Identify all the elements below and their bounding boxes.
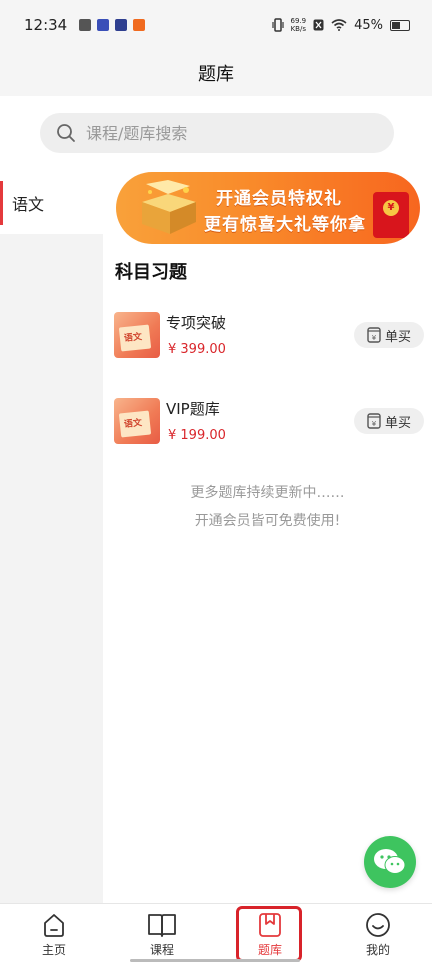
status-left: 12:34 bbox=[24, 16, 146, 34]
book-cover-icon: 语文 bbox=[118, 410, 152, 438]
net-speed: 69.9 KB/s bbox=[291, 17, 307, 33]
wifi-icon bbox=[331, 19, 347, 31]
main-content: 开通会员特权礼 更有惊喜大礼等你拿 ¥ 科目习题 语文 专项突破 ¥ 399.0… bbox=[103, 172, 432, 903]
product-item[interactable]: 语文 专项突破 ¥ 399.00 ¥ 单买 bbox=[114, 312, 424, 362]
shop-app-icon bbox=[133, 19, 146, 31]
membership-banner[interactable]: 开通会员特权礼 更有惊喜大礼等你拿 ¥ bbox=[116, 172, 420, 244]
status-bar: 12:34 69.9 KB/s 45% bbox=[0, 0, 432, 50]
banner-line2: 更有惊喜大礼等你拿 bbox=[204, 215, 366, 235]
search-input[interactable] bbox=[86, 123, 366, 143]
product-price: ¥ 399.00 bbox=[168, 342, 226, 357]
search-area bbox=[0, 96, 432, 172]
buy-single-button[interactable]: ¥ 单买 bbox=[354, 408, 424, 434]
wechat-icon bbox=[374, 849, 406, 874]
battery-icon bbox=[390, 19, 410, 31]
nav-question-bank[interactable]: 题库 bbox=[216, 904, 324, 964]
product-thumbnail: 语文 bbox=[114, 398, 160, 444]
product-name: 专项突破 bbox=[166, 314, 227, 332]
wallet-icon: ¥ bbox=[367, 413, 381, 429]
book-cover-icon: 语文 bbox=[118, 324, 152, 352]
buy-label: 单买 bbox=[384, 415, 411, 431]
book-icon bbox=[148, 914, 176, 937]
red-envelope-icon: ¥ bbox=[373, 192, 409, 238]
search-icon bbox=[57, 124, 75, 142]
envelope-seal-icon: ¥ bbox=[383, 200, 399, 216]
bookmark-icon bbox=[259, 913, 281, 937]
bottom-nav: 主页 课程 题库 我的 bbox=[0, 903, 432, 964]
app-icon bbox=[97, 19, 110, 31]
buy-single-button[interactable]: ¥ 单买 bbox=[354, 322, 424, 348]
buy-label: 单买 bbox=[384, 329, 411, 345]
product-price: ¥ 199.00 bbox=[168, 428, 226, 443]
battery-percent: 45% bbox=[354, 17, 383, 33]
mail-app-icon bbox=[79, 19, 92, 31]
app-header: 题库 bbox=[0, 50, 432, 96]
smile-icon bbox=[366, 913, 390, 937]
nav-profile-label: 我的 bbox=[365, 943, 390, 957]
nav-profile[interactable]: 我的 bbox=[324, 904, 432, 964]
status-right: 69.9 KB/s 45% bbox=[271, 17, 410, 33]
home-icon bbox=[44, 914, 64, 937]
search-bar[interactable] bbox=[40, 113, 394, 153]
page-title: 题库 bbox=[198, 64, 234, 85]
nav-home-label: 主页 bbox=[41, 943, 66, 957]
nav-courses[interactable]: 课程 bbox=[108, 904, 216, 964]
net-speed-unit: KB/s bbox=[290, 25, 306, 33]
svg-text:¥: ¥ bbox=[372, 420, 377, 428]
sidebar-item-label: 语文 bbox=[12, 195, 45, 214]
home-indicator bbox=[130, 959, 300, 962]
subject-sidebar: 语文 bbox=[0, 172, 103, 903]
nav-home[interactable]: 主页 bbox=[0, 904, 108, 964]
status-time: 12:34 bbox=[24, 16, 68, 34]
thumb-text: 语文 bbox=[123, 332, 143, 345]
svg-text:¥: ¥ bbox=[372, 334, 377, 342]
member-free-note: 开通会员皆可免费使用! bbox=[194, 513, 341, 529]
wallet-icon: ¥ bbox=[367, 327, 381, 343]
section-title: 科目习题 bbox=[115, 262, 187, 283]
nav-courses-label: 课程 bbox=[149, 943, 174, 957]
product-thumbnail: 语文 bbox=[114, 312, 160, 358]
product-item[interactable]: 语文 VIP题库 ¥ 199.00 ¥ 单买 bbox=[114, 398, 424, 448]
wechat-contact-button[interactable] bbox=[364, 836, 416, 888]
sidebar-item-chinese[interactable]: 语文 bbox=[0, 172, 103, 234]
play-app-icon bbox=[115, 19, 128, 31]
thumb-text: 语文 bbox=[123, 418, 143, 431]
no-sim-icon bbox=[313, 19, 324, 31]
nav-question-bank-label: 题库 bbox=[257, 943, 282, 957]
treasure-chest-icon bbox=[142, 180, 196, 234]
banner-line1: 开通会员特权礼 bbox=[216, 189, 342, 209]
more-coming-note: 更多题库持续更新中…… bbox=[190, 485, 345, 501]
net-speed-value: 69.9 bbox=[290, 17, 307, 25]
vibrate-icon bbox=[271, 18, 284, 32]
product-name: VIP题库 bbox=[166, 400, 220, 418]
